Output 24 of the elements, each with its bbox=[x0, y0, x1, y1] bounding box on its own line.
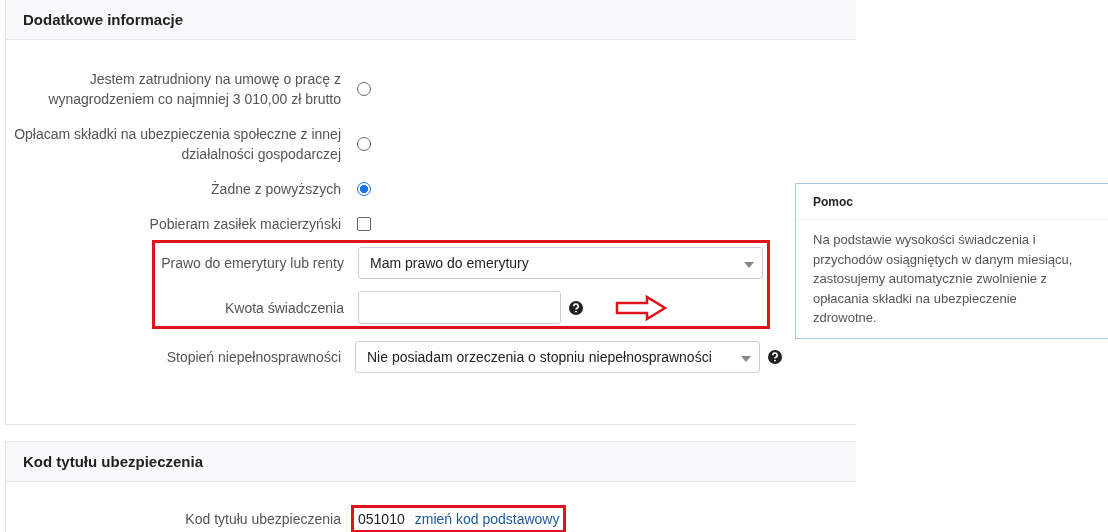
field-label: Żadne z powyższych bbox=[210, 180, 341, 199]
code-value: 051010 bbox=[358, 511, 405, 527]
field-label: Jestem zatrudniony na umowę o pracę z wynagrodzeniem co najmniej 3 010,00 zł brutto bbox=[47, 70, 341, 109]
field-label: Kwota świadczenia bbox=[223, 298, 344, 318]
radio-button[interactable] bbox=[357, 182, 371, 196]
field-label: Kod tytułu ubezpieczenia bbox=[184, 510, 341, 529]
dropdown[interactable]: Mam prawo do emerytury bbox=[358, 247, 763, 279]
caret-icon bbox=[744, 262, 754, 268]
help-title: Pomoc bbox=[813, 194, 853, 209]
section-title: Dodatkowe informacje bbox=[23, 11, 184, 28]
caret-icon bbox=[741, 356, 751, 362]
section-title: Kod tytułu ubezpieczenia bbox=[23, 453, 203, 470]
change-code-link[interactable]: zmień kod podstawowy bbox=[414, 511, 560, 527]
arrow-icon bbox=[615, 294, 667, 321]
help-text: Na podstawie wysokości świadczenia i przychodów osiągniętych w danym miesiącu, zastosujemy automatycznie zwolnienie z opłacania składki na ubezpieczenie zdrowotne. bbox=[813, 231, 1074, 327]
help-icon[interactable] bbox=[569, 300, 583, 315]
help-icon[interactable] bbox=[768, 350, 782, 364]
checkbox[interactable] bbox=[357, 217, 371, 231]
field-label: Prawo do emerytury lub renty bbox=[160, 254, 344, 273]
field-label: Stopień niepełnosprawności bbox=[165, 348, 341, 367]
input-field[interactable] bbox=[358, 291, 561, 324]
field-label: Opłacam składki na ubezpieczenia społeczne z innej działalności gospodarczej bbox=[13, 125, 341, 164]
dropdown[interactable]: Nie posiadam orzeczenia o stopniu niepełnosprawności bbox=[355, 341, 760, 373]
field-label: Pobieram zasiłek macierzyński bbox=[148, 215, 341, 234]
